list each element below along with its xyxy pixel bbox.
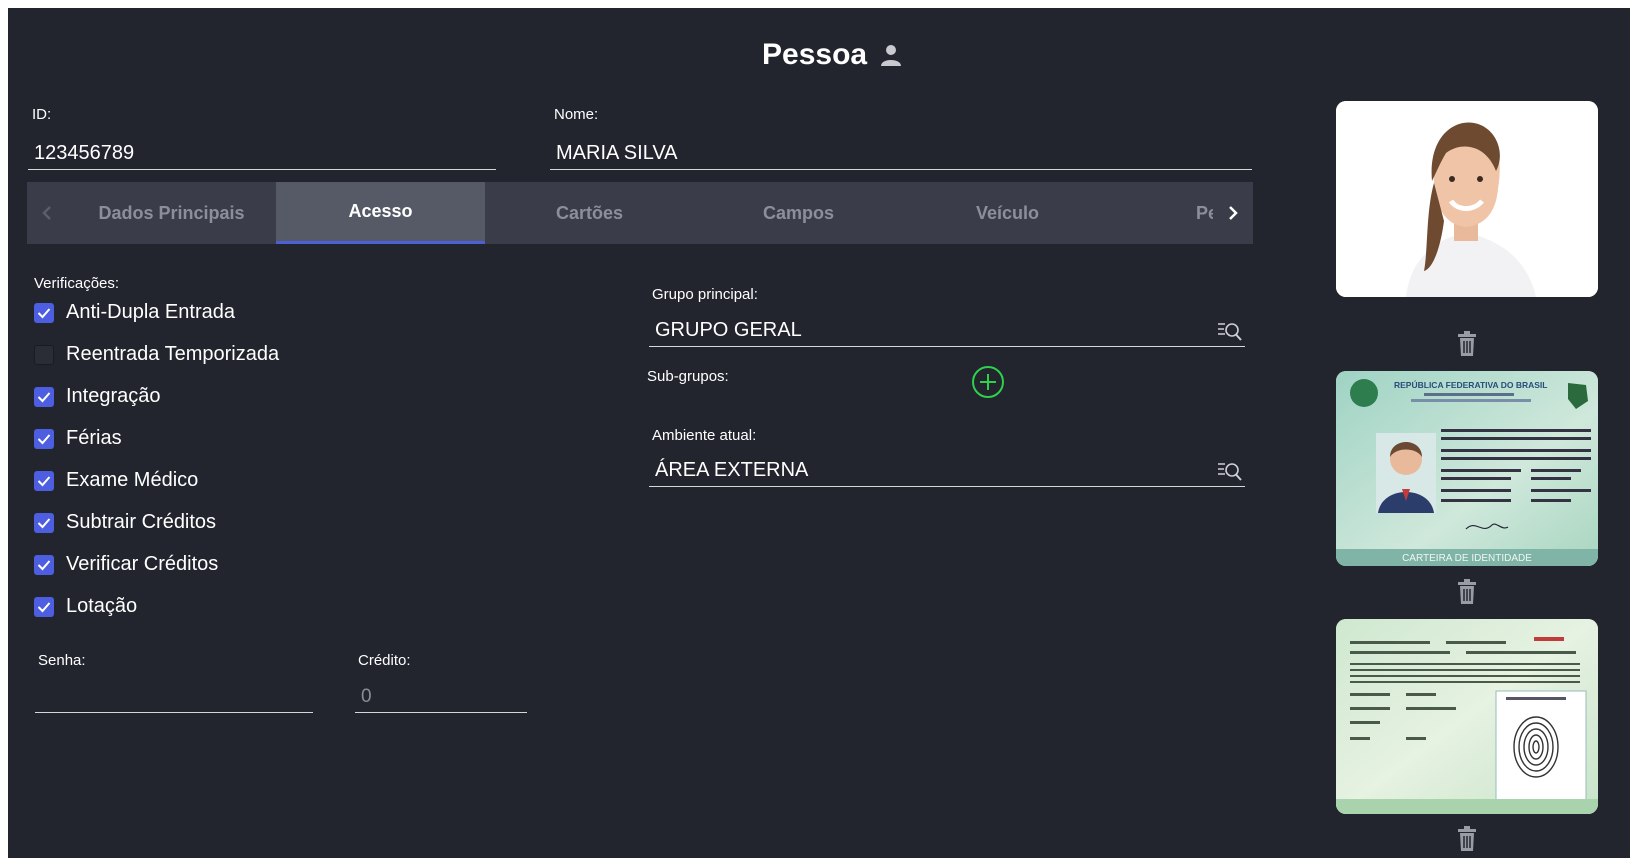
tab-campos[interactable]: Campos [694, 182, 903, 244]
page-title: Pessoa [762, 38, 868, 71]
tab-acesso[interactable]: Acesso [276, 182, 485, 244]
checkbox-row[interactable]: Exame Médico [34, 469, 198, 492]
person-photo-image [1336, 101, 1598, 297]
checkbox-row[interactable]: Férias [34, 427, 122, 450]
checkbox-label: Subtrair Créditos [66, 511, 217, 533]
id-label: ID: [32, 106, 52, 123]
credito-field[interactable]: 0 [355, 678, 527, 713]
credito-placeholder: 0 [361, 686, 372, 707]
id-card-back-image [1336, 619, 1598, 814]
ambiente-label: Ambiente atual: [652, 427, 757, 444]
profile-photo[interactable] [1336, 101, 1598, 297]
checkbox-label: Verificar Créditos [66, 553, 219, 575]
checkbox-label: Exame Médico [66, 469, 199, 491]
credito-label: Crédito: [358, 652, 411, 669]
id-card-front[interactable]: REPÚBLICA FEDERATIVA DO BRASIL CARTEIRA … [1336, 371, 1598, 566]
checkbox-checked[interactable] [34, 302, 54, 323]
grupo-principal-value: GRUPO GERAL [655, 319, 802, 341]
checkbox-label: Férias [66, 427, 122, 449]
chevron-left-icon [42, 206, 51, 220]
grupo-principal-label: Grupo principal: [652, 286, 758, 303]
ambiente-field[interactable]: ÁREA EXTERNA [649, 452, 1245, 487]
nome-label: Nome: [554, 106, 599, 123]
search-list-icon[interactable] [1217, 320, 1243, 342]
checkbox-row[interactable]: Anti-Dupla Entrada [34, 301, 235, 324]
search-list-icon[interactable] [1217, 460, 1243, 482]
checkbox-label: Integração [66, 385, 161, 407]
check-icon [37, 307, 51, 318]
id-card-title: REPÚBLICA FEDERATIVA DO BRASIL [1394, 379, 1547, 390]
tab-cartoes[interactable]: Cartões [485, 182, 694, 244]
tab-veiculo[interactable]: Veículo [903, 182, 1112, 244]
delete-id-back-button[interactable] [1456, 826, 1478, 852]
id-field[interactable]: 123456789 [28, 135, 496, 170]
checkbox-label: Lotação [66, 595, 138, 617]
delete-id-front-button[interactable] [1456, 579, 1478, 605]
checkbox-row[interactable]: Reentrada Temporizada [34, 343, 279, 366]
senha-field[interactable] [35, 678, 313, 713]
page-header: Pessoa [762, 38, 903, 72]
tab-bar: Dados Principais Acesso Cartões Campos V… [27, 182, 1253, 244]
checkbox-checked[interactable] [34, 386, 54, 407]
nome-value: MARIA SILVA [556, 142, 678, 164]
checkbox-checked[interactable] [34, 428, 54, 449]
nome-field[interactable]: MARIA SILVA [550, 135, 1252, 170]
checkbox-checked[interactable] [34, 554, 54, 575]
id-card-footer: CARTEIRA DE IDENTIDADE [1402, 553, 1532, 564]
id-value: 123456789 [34, 142, 135, 164]
ambiente-value: ÁREA EXTERNA [655, 459, 809, 481]
check-icon [37, 517, 51, 528]
check-icon [37, 559, 51, 570]
sub-grupos-label: Sub-grupos: [647, 368, 729, 385]
checkbox-unchecked[interactable] [34, 344, 54, 365]
tab-next-button[interactable] [1213, 182, 1253, 244]
checkbox-checked[interactable] [34, 470, 54, 491]
checkbox-label: Reentrada Temporizada [66, 343, 280, 365]
id-card-back[interactable] [1336, 619, 1598, 814]
checkbox-checked[interactable] [34, 596, 54, 617]
tab-dados-principais[interactable]: Dados Principais [67, 182, 276, 244]
add-subgroup-button[interactable] [971, 365, 1005, 399]
grupo-principal-field[interactable]: GRUPO GERAL [649, 312, 1245, 347]
verificacoes-label: Verificações: [34, 275, 120, 292]
checkbox-row[interactable]: Lotação [34, 595, 137, 618]
check-icon [37, 433, 51, 444]
check-icon [37, 391, 51, 402]
checkbox-row[interactable]: Subtrair Créditos [34, 511, 216, 534]
tab-prev-button[interactable] [27, 182, 67, 244]
checkbox-label: Anti-Dupla Entrada [66, 301, 235, 323]
check-icon [37, 601, 51, 612]
check-icon [37, 475, 51, 486]
person-icon [881, 45, 902, 66]
checkbox-row[interactable]: Verificar Créditos [34, 553, 218, 576]
delete-photo-button[interactable] [1456, 331, 1478, 357]
checkbox-row[interactable]: Integração [34, 385, 161, 408]
checkbox-checked[interactable] [34, 512, 54, 533]
senha-label: Senha: [38, 652, 86, 669]
id-card-front-image: REPÚBLICA FEDERATIVA DO BRASIL CARTEIRA … [1336, 371, 1598, 566]
chevron-right-icon [1229, 206, 1238, 220]
